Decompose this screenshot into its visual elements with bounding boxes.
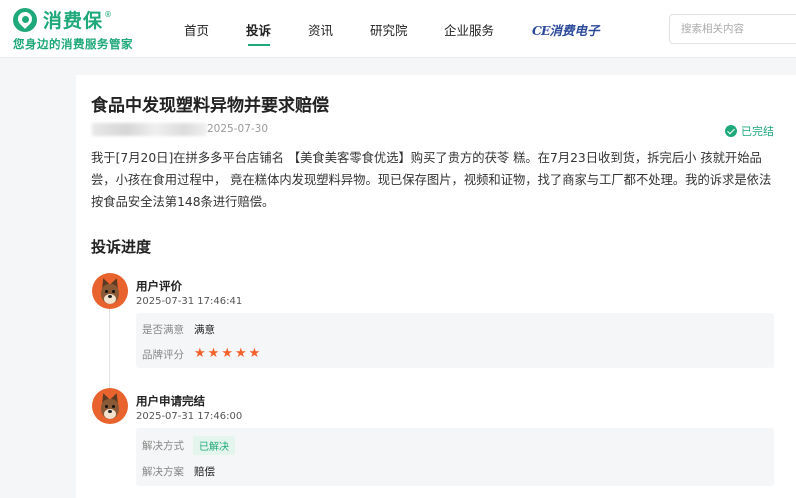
registered-mark: ® [104,10,113,19]
resolved-tag: 已解决 [193,436,235,455]
ce-logo-label: 消费电子 [549,23,600,38]
star-icon: ★ [234,346,247,361]
event-detail-box: 解决方式 已解决 解决方案 赔偿 [136,428,774,486]
rating-stars: ★ ★ ★ ★ ★ [194,347,262,360]
event-time: 2025-07-31 17:46:00 [136,411,243,422]
brand-name: 消费保 [43,10,104,32]
nav-item-enterprise[interactable]: 企业服务 [444,20,494,39]
satisfied-value: 满意 [194,324,215,336]
progress-section-title: 投诉进度 [91,238,152,256]
event-detail-box: 是否满意 满意 品牌评分 ★ ★ ★ ★ ★ [136,313,774,368]
active-nav-underline [248,44,270,46]
star-icon: ★ [248,346,261,361]
complaint-title: 食品中发现塑料异物并要求赔偿 [91,96,329,116]
complaint-card: 食品中发现塑料异物并要求赔偿 2025-07-30 已完结 我于[7月20日]在… [76,75,796,498]
status-badge: 已完结 [725,123,774,139]
satisfied-label: 是否满意 [142,324,184,336]
complaint-date: 2025-07-30 [207,123,269,135]
site-header: 消费保 ® 您身边的消费服务管家 首页 投诉 资讯 研究院 企业服务 CE消费电… [0,0,796,58]
timeline-connector [109,307,110,392]
avatar [92,273,128,309]
event-title: 用户评价 [136,279,182,293]
avatar [92,388,128,424]
star-icon: ★ [207,346,220,361]
ce-logo-text: CE [532,23,551,38]
leaf-logo-icon [13,7,37,32]
complaint-description: 我于[7月20日]在拼多多平台店铺名 【美食美客零食优选】购买了贵方的茯苓 糕。… [91,151,772,209]
event-title: 用户申请完结 [136,394,205,408]
nav-item-consumer-electronics[interactable]: CE消费电子 [532,20,600,39]
nav-item-news[interactable]: 资讯 [308,20,333,39]
brand-slogan: 您身边的消费服务管家 [13,37,133,51]
status-label: 已完结 [741,125,774,138]
nav-item-complaints[interactable]: 投诉 [246,20,271,39]
plan-value: 赔偿 [194,466,215,478]
rating-label: 品牌评分 [142,349,184,361]
plan-label: 解决方案 [142,466,184,478]
star-icon: ★ [194,346,206,361]
nav-item-research[interactable]: 研究院 [370,20,408,39]
author-name-redacted [92,123,207,136]
nav-item-home[interactable]: 首页 [184,20,209,39]
check-circle-icon [725,125,737,137]
search-input[interactable] [669,14,796,44]
method-label: 解决方式 [142,440,184,452]
brand-logo[interactable]: 消费保 ® 您身边的消费服务管家 [13,6,133,52]
star-icon: ★ [221,346,233,361]
event-time: 2025-07-31 17:46:41 [136,296,243,307]
